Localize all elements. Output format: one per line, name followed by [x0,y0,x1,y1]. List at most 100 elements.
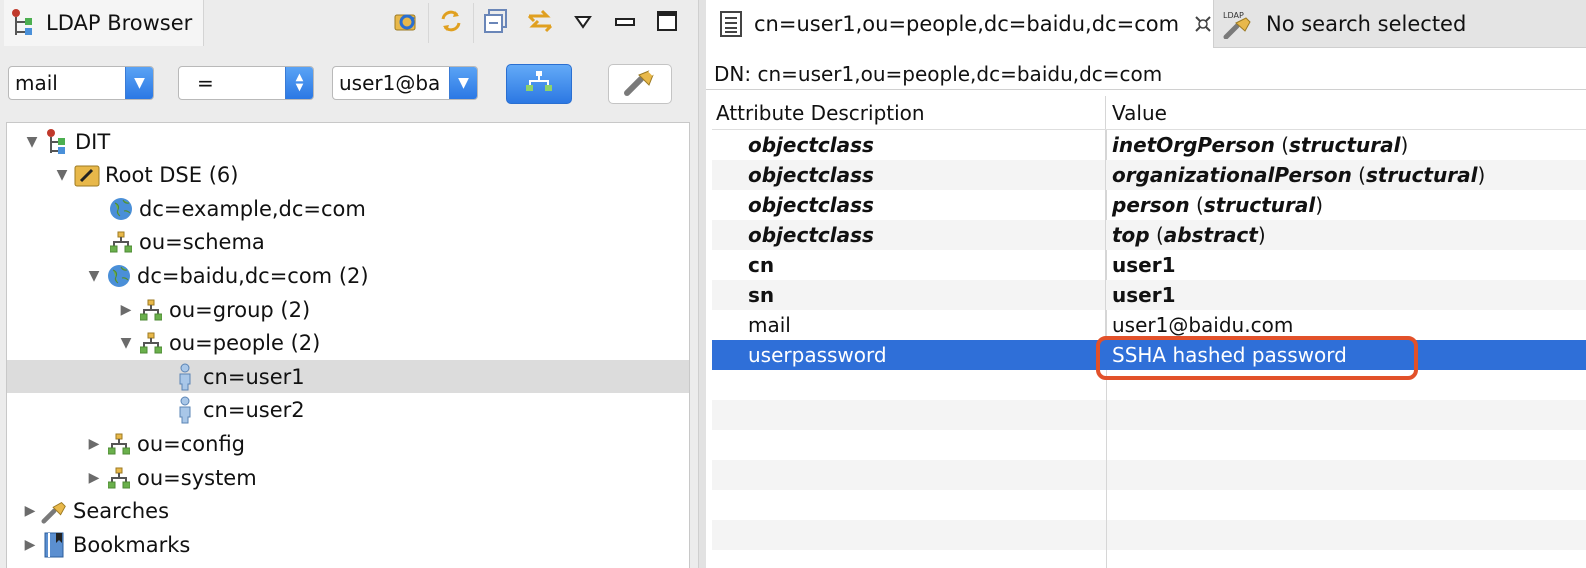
table-row[interactable]: objectclass top (abstract) [712,220,1586,250]
attribute-name: objectclass [712,160,1106,190]
tree-node-cn-user1[interactable]: cn=user1 [7,360,689,393]
tree-node-label: Root DSE (6) [105,162,239,187]
sync-arrows-icon [437,7,465,39]
bookmark-icon [41,531,69,559]
collapsed-triangle-icon[interactable]: ▶ [117,301,135,319]
collapsed-triangle-icon[interactable]: ▶ [21,536,39,554]
tab-label: No search selected [1266,12,1467,36]
ou-icon [137,296,165,324]
tree-node-ou-schema[interactable]: ou=schema [7,225,689,258]
objectclass-kind: structural [1366,163,1478,187]
table-row[interactable]: objectclass organizationalPerson (struct… [712,160,1586,190]
tab-search-result[interactable]: LDAP No search selected [1216,0,1586,48]
refresh-button[interactable] [384,0,428,46]
ldap-tree: ▼ DIT ▼ Root DSE (6) dc=example,dc=com o… [6,122,690,568]
empty-row [712,400,1586,430]
ldap-browser-view: LDAP Browser mail ▼ = ▲ ▼ user1@ba ▼ ▼ D… [0,0,698,568]
expanded-triangle-icon[interactable]: ▼ [117,334,135,352]
empty-row [712,460,1586,490]
ou-icon [107,228,135,256]
ldap-browser-view-tab[interactable]: LDAP Browser [4,0,204,46]
attribute-name: cn [712,250,1106,280]
view-title: LDAP Browser [46,11,193,35]
expanded-triangle-icon[interactable]: ▼ [23,133,41,151]
attribute-value: top [1112,223,1150,247]
search-dialog-button[interactable] [608,64,672,104]
operator-select[interactable]: = ▲ ▼ [178,66,314,100]
user-icon [171,363,199,391]
tree-node-searches[interactable]: ▶ Searches [7,494,689,527]
close-icon[interactable] [1193,14,1213,34]
pane-splitter[interactable] [698,0,706,568]
ou-icon [137,329,165,357]
expanded-triangle-icon[interactable]: ▼ [53,166,71,184]
link-button[interactable] [429,0,473,46]
view-menu-button[interactable] [562,0,604,46]
minimize-button[interactable] [604,0,646,46]
attribute-select-value: mail [15,71,58,95]
tree-node-root-dse[interactable]: ▼ Root DSE (6) [7,158,689,191]
table-row[interactable]: objectclass inetOrgPerson (structural) [712,130,1586,160]
collapse-all-icon [483,8,509,38]
tree-node-label: dc=example,dc=com [139,196,366,221]
table-row[interactable]: cn user1 [712,250,1586,280]
table-row[interactable]: sn user1 [712,280,1586,310]
tree-node-dc-example[interactable]: dc=example,dc=com [7,192,689,225]
collapse-all-button[interactable] [474,0,518,46]
view-menu-triangle-icon [574,14,592,33]
tree-node-ou-system[interactable]: ▶ ou=system [7,461,689,494]
attribute-select[interactable]: mail ▼ [8,66,154,100]
refresh-folder-icon [392,7,420,39]
entry-editor-icon [720,11,742,37]
objectclass-kind: structural [1289,133,1401,157]
ou-icon [105,464,133,492]
column-header-attribute[interactable]: Attribute Description [712,96,1106,129]
tree-node-label: cn=user2 [203,397,305,422]
tab-entry-editor[interactable]: cn=user1,ou=people,dc=baidu,dc=com [706,0,1214,48]
collapsed-triangle-icon[interactable]: ▶ [85,435,103,453]
attribute-table: Attribute Description Value objectclass … [712,96,1586,568]
objectclass-kind: abstract [1163,223,1258,247]
attribute-name: objectclass [712,220,1106,250]
attribute-name: userpassword [712,340,1106,370]
operator-select-value: = [197,71,214,95]
attribute-name: mail [712,310,1106,340]
tree-node-cn-user2[interactable]: cn=user2 [7,393,689,426]
link-with-editor-button[interactable] [518,0,562,46]
table-header: Attribute Description Value [712,96,1586,130]
tree-node-label: ou=people (2) [169,330,321,355]
globe-icon [107,195,135,223]
minimize-icon [615,14,635,33]
tree-node-dit[interactable]: ▼ DIT [7,125,689,158]
column-divider [1106,370,1107,568]
maximize-button[interactable] [646,0,688,46]
globe-icon [105,262,133,290]
entry-editor: cn=user1,ou=people,dc=baidu,dc=com LDAP … [706,0,1586,568]
chevron-down-icon: ▼ [449,67,477,99]
tree-node-ou-group[interactable]: ▶ ou=group (2) [7,293,689,326]
attribute-value: user1 [1112,253,1176,277]
collapsed-triangle-icon[interactable]: ▶ [21,502,39,520]
up-down-arrows-icon: ▲ ▼ [285,67,313,99]
column-header-value[interactable]: Value [1106,101,1167,125]
tree-node-dc-baidu[interactable]: ▼ dc=baidu,dc=com (2) [7,259,689,292]
expanded-triangle-icon[interactable]: ▼ [85,267,103,285]
tree-node-label: ou=config [137,431,246,456]
run-quick-search-button[interactable] [506,64,572,104]
maximize-icon [657,11,677,35]
tree-node-label: ou=system [137,465,257,490]
tree-node-label: DIT [75,129,111,154]
collapsed-triangle-icon[interactable]: ▶ [85,469,103,487]
entry-dn: DN: cn=user1,ou=people,dc=baidu,dc=com [706,58,1586,90]
tree-node-bookmarks[interactable]: ▶ Bookmarks [7,528,689,561]
value-combo[interactable]: user1@ba ▼ [332,66,478,100]
table-row[interactable]: objectclass person (structural) [712,190,1586,220]
value-combo-text: user1@ba [339,71,441,95]
link-arrows-icon [525,7,555,39]
ldap-search-icon: LDAP [1222,9,1256,39]
tree-node-ou-config[interactable]: ▶ ou=config [7,427,689,460]
tree-node-label: dc=baidu,dc=com (2) [137,263,369,288]
dit-icon [43,128,71,156]
tree-node-ou-people[interactable]: ▼ ou=people (2) [7,326,689,359]
attribute-value: inetOrgPerson [1112,133,1275,157]
